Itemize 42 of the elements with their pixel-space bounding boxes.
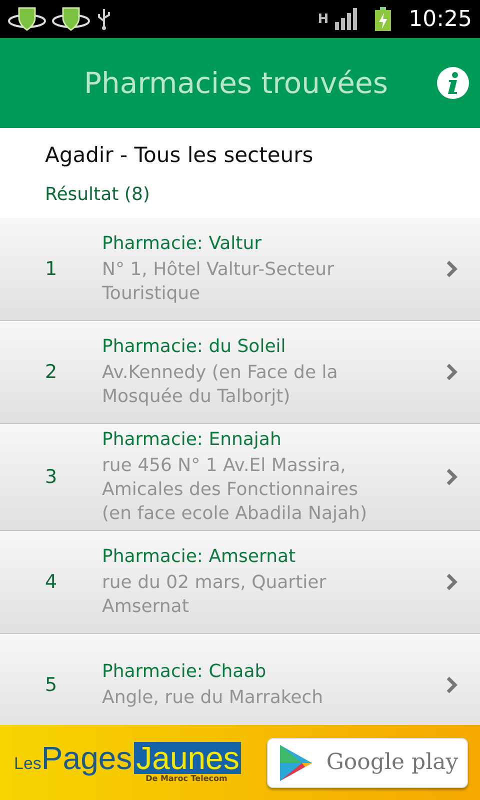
info-icon[interactable] (436, 66, 470, 100)
signal-icon (334, 8, 359, 30)
shield-icon (8, 5, 46, 33)
battery-icon (374, 7, 391, 31)
network-type: H (318, 12, 329, 26)
pharmacy-name: Pharmacie: du Soleil (102, 335, 287, 359)
row-number: 1 (44, 258, 58, 280)
pharmacy-address: Angle, rue du Marrakech (102, 686, 324, 710)
screen-title: Pharmacies trouvées (84, 66, 389, 100)
location-label: Agadir - Tous les secteurs (45, 142, 314, 169)
usb-icon (96, 7, 112, 31)
row-number: 5 (44, 674, 58, 696)
pharmacy-address: rue du 02 mars, Quartier Amsernat (102, 571, 328, 619)
pharmacy-address: rue 456 N° 1 Av.El Massira, Amicales des Fonctionnaires (en face ecole Abadila Najah) (102, 454, 368, 526)
result-count: Résultat (8) (45, 183, 151, 207)
chevron-icon (446, 363, 458, 381)
clock: 10:25 (408, 6, 472, 32)
pharmacy-name: Pharmacie: Valtur (102, 232, 263, 256)
pharmacy-address: Av.Kennedy (en Face de la Mosquée du Talborjt) (102, 361, 339, 409)
pharmacy-row[interactable]: 2 Pharmacie: du Soleil Av.Kennedy (en Face de la Mosquée du Talborjt) (0, 321, 480, 424)
chevron-icon (446, 468, 458, 486)
pharmacy-row[interactable]: 1 Pharmacie: Valtur N° 1, Hôtel Valtur-Secteur Touristique (0, 218, 480, 321)
pharmacy-name: Pharmacie: Amsernat (102, 545, 297, 569)
logo-highlight: Jaunes (134, 742, 242, 774)
ad-banner[interactable]: LesPagesJaunes De Maroc Telecom Google play (0, 725, 480, 800)
shield-icon (52, 5, 90, 33)
logo-prefix: Les (14, 754, 42, 774)
chevron-icon (446, 573, 458, 591)
row-number: 2 (44, 361, 58, 383)
pharmacy-address: N° 1, Hôtel Valtur-Secteur Touristique (102, 258, 335, 306)
logo-main: Pages (41, 742, 132, 774)
store-button[interactable]: Google play (267, 738, 468, 788)
pharmacy-name: Pharmacie: Chaab (102, 660, 268, 684)
chevron-icon (446, 676, 458, 694)
row-number: 3 (44, 466, 58, 488)
pharmacy-row[interactable]: 5 Pharmacie: Chaab Angle, rue du Marrakech (0, 634, 480, 725)
logo-subtitle: De Maroc Telecom (146, 774, 228, 783)
chevron-icon (446, 260, 458, 278)
row-number: 4 (44, 571, 58, 593)
pharmacy-row[interactable]: 3 Pharmacie: Ennajah rue 456 N° 1 Av.El Massira, Amicales des Fonctionnaires (en face ecole Abadila Najah) (0, 424, 480, 531)
pharmacy-name: Pharmacie: Ennajah (102, 428, 282, 452)
pharmacy-row[interactable]: 4 Pharmacie: Amsernat rue du 02 mars, Quartier Amsernat (0, 531, 480, 634)
